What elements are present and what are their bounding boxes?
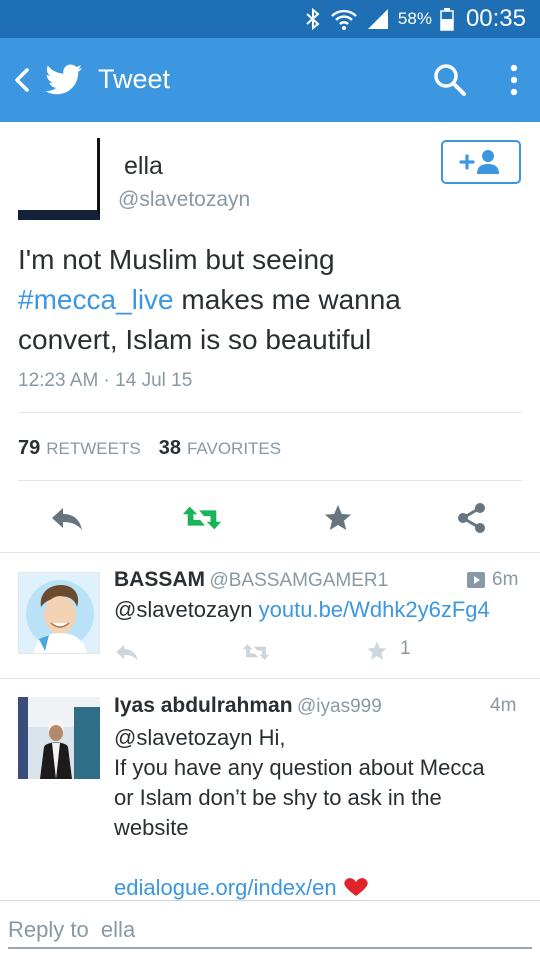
retweet-icon — [182, 506, 222, 530]
divider — [0, 678, 540, 679]
reply-author-name[interactable]: Iyas abdulrahman — [114, 694, 293, 717]
clock: 00:35 — [465, 5, 526, 32]
divider — [18, 412, 522, 413]
reply-time: 6m — [466, 569, 518, 591]
add-user-icon — [459, 150, 499, 174]
search-button[interactable] — [430, 60, 470, 100]
reply-actions: 1 — [114, 638, 434, 666]
reply-text-line: edialogue.org/index/en — [114, 873, 524, 903]
reply-mention[interactable]: @slavetozayn — [114, 725, 253, 750]
reply-button[interactable] — [47, 500, 87, 536]
wifi-icon — [330, 7, 358, 31]
reply-author-handle[interactable]: @BASSAMGAMER1 — [209, 570, 388, 591]
reply-avatar[interactable] — [18, 697, 100, 779]
reply-link[interactable]: youtu.be/Wdhk2y6zFg4 — [259, 597, 490, 622]
retweets-label[interactable]: RETWEETS — [46, 439, 140, 459]
tweet-text-line: #mecca_live makes me wanna — [18, 280, 523, 320]
heart-icon — [344, 878, 368, 896]
favorite-button[interactable] — [318, 500, 358, 536]
tweet-text-fragment: makes me wanna — [173, 284, 401, 315]
divider — [0, 552, 540, 553]
retweet-icon[interactable] — [242, 642, 270, 662]
reply-header: Iyas abdulrahman @iyas999 — [114, 694, 382, 718]
reply-greeting: Hi, — [252, 725, 286, 750]
share-button[interactable] — [452, 500, 492, 536]
favorites-label[interactable]: FAVORITES — [187, 439, 281, 459]
bluetooth-icon — [304, 7, 322, 31]
tweet-text: I'm not Muslim but seeing #mecca_live ma… — [18, 240, 523, 360]
author-name[interactable]: ella — [124, 152, 163, 181]
reply-mention[interactable]: @slavetozayn — [114, 597, 253, 622]
twitter-bird-icon — [44, 60, 84, 100]
reply-text-line: website — [114, 815, 189, 840]
reply-header: BASSAM @BASSAMGAMER1 — [114, 568, 388, 592]
battery-icon — [440, 7, 454, 31]
signal-icon — [366, 7, 390, 31]
reply-text-line: or Islam don’t be shy to ask in the — [114, 785, 442, 810]
reply-text-line: @slavetozayn Hi, — [114, 723, 524, 753]
tweet-timestamp: 12:23 AM · 14 Jul 15 — [18, 370, 193, 391]
app-bar: Tweet — [0, 38, 540, 122]
reply-input[interactable] — [8, 913, 532, 949]
reply-author-handle[interactable]: @iyas999 — [297, 696, 382, 717]
reply-spacer — [114, 843, 524, 873]
search-icon — [434, 64, 466, 96]
follow-button[interactable] — [441, 140, 521, 184]
author-handle[interactable]: @slavetozayn — [118, 188, 250, 212]
status-bar: 58% 00:35 — [0, 0, 540, 38]
page-title: Tweet — [98, 64, 171, 94]
tweet-stats: 79 RETWEETS 38 FAVORITES — [18, 437, 299, 460]
tweet-text-line: I'm not Muslim but seeing — [18, 244, 335, 275]
reply-favorites-count: 1 — [400, 638, 411, 659]
reply-time-text: 4m — [490, 695, 517, 716]
tweet-actions — [0, 500, 540, 536]
battery-percent: 58% — [397, 9, 432, 28]
reply-link[interactable]: edialogue.org/index/en — [114, 875, 337, 900]
overflow-menu-button[interactable] — [500, 60, 528, 100]
reply-time: 4m — [490, 695, 516, 717]
favorites-count[interactable]: 38 — [159, 437, 181, 460]
star-icon — [325, 505, 351, 530]
hashtag-link[interactable]: #mecca_live — [18, 284, 174, 315]
reply-author-name[interactable]: BASSAM — [114, 568, 205, 591]
divider — [18, 480, 522, 481]
star-icon[interactable] — [366, 640, 388, 662]
video-icon — [467, 572, 485, 588]
tweet-text-line: convert, Islam is so beautiful — [18, 324, 372, 355]
share-icon — [458, 503, 485, 533]
reply-icon[interactable] — [114, 642, 140, 662]
reply-avatar[interactable] — [18, 572, 100, 654]
reply-text: @slavetozayn Hi, If you have any questio… — [114, 723, 524, 903]
retweets-count[interactable]: 79 — [18, 437, 40, 460]
author-avatar[interactable] — [18, 138, 100, 220]
back-button[interactable] — [8, 64, 36, 96]
reply-text: @slavetozayn youtu.be/Wdhk2y6zFg4 — [114, 595, 490, 625]
overflow-menu-icon — [510, 64, 518, 96]
retweet-button[interactable] — [182, 500, 222, 536]
reply-time-text: 6m — [492, 569, 519, 590]
reply-icon — [52, 508, 82, 530]
status-bar-right: 58% 00:35 — [304, 0, 526, 38]
reply-bar — [0, 900, 540, 960]
back-icon — [15, 68, 29, 92]
reply-text-line: If you have any question about Mecca — [114, 755, 485, 780]
